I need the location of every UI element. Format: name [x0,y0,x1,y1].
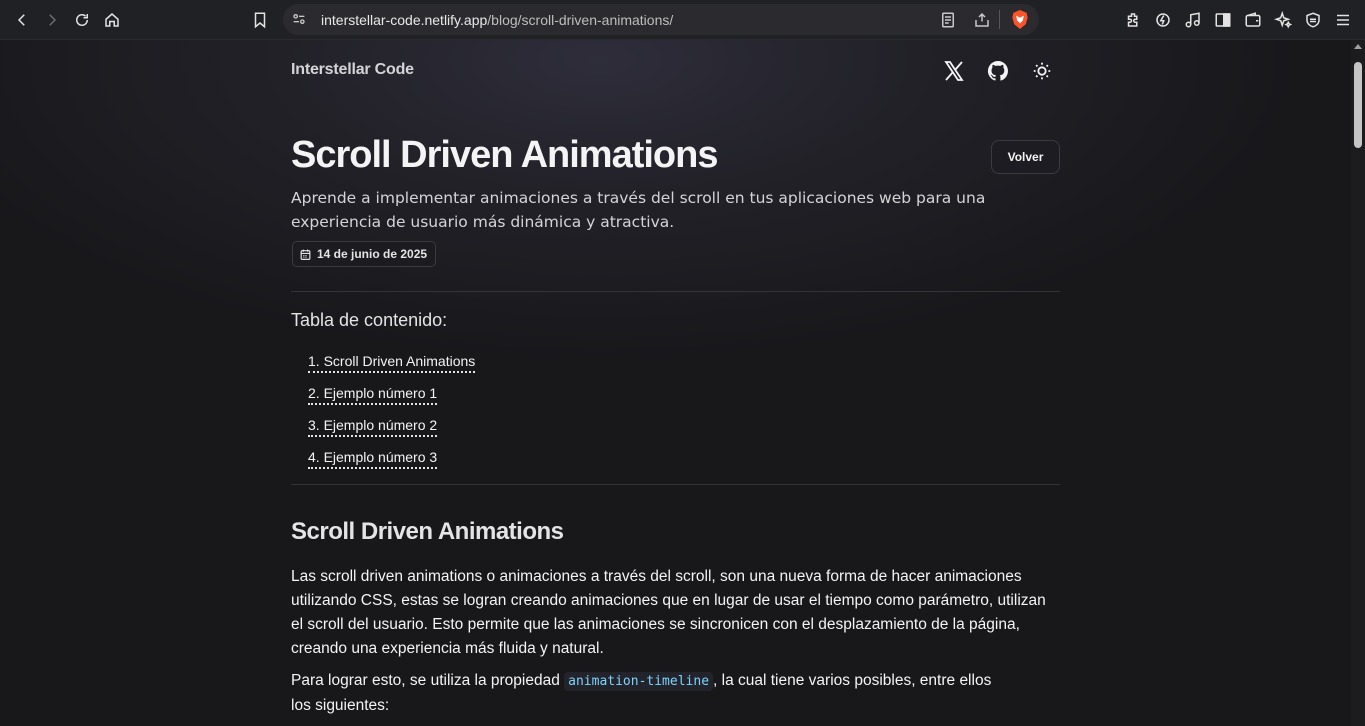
toc-link-ejemplo-2[interactable]: 3. Ejemplo número 2 [308,417,438,437]
sidebar-icon[interactable] [1212,9,1234,31]
date-badge: 14 de junio de 2025 [292,241,437,267]
site-info-icon[interactable] [291,11,307,27]
section-paragraph: Las scroll driven animations o animacion… [291,568,1046,657]
address-bar[interactable]: interstellar-code.netlify.app/blog/scrol… [283,4,1039,35]
toc-link-ejemplo-1[interactable]: 2. Ejemplo número 1 [308,385,438,405]
address-divider [999,10,1000,29]
forward-icon[interactable] [40,8,64,32]
paragraph-text: , la cual tiene varios posibles, entre e… [713,672,992,689]
reader-mode-icon[interactable] [939,11,957,29]
scrollbar-thumb[interactable] [1354,62,1362,148]
home-icon[interactable] [100,8,124,32]
page-title: Scroll Driven Animations [291,134,718,176]
bookmark-icon[interactable] [248,8,272,32]
menu-icon[interactable] [1332,9,1354,31]
github-icon[interactable] [986,59,1010,83]
share-icon[interactable] [973,11,991,29]
theme-toggle-sun-icon[interactable] [1031,60,1053,82]
toc-title: Tabla de contenido: [291,310,448,330]
vpn-shield-icon[interactable] [1302,9,1324,31]
wallet-icon[interactable] [1242,9,1264,31]
browser-toolbar: interstellar-code.netlify.app/blog/scrol… [0,0,1365,40]
speedreader-icon[interactable] [1152,9,1174,31]
inline-code: animation-timeline [564,672,714,691]
scroll-up-arrow-icon[interactable] [1354,44,1362,49]
page-content: Interstellar Code Scroll Driven Animatio… [0,40,1351,726]
paragraph-text: los siguientes: [291,697,390,714]
calendar-icon [300,249,311,260]
media-icon[interactable] [1182,9,1204,31]
date-text: 14 de junio de 2025 [317,247,428,261]
article-description: Aprende a implementar animaciones a trav… [291,189,986,231]
toc-link-scroll-driven-animations[interactable]: 1. Scroll Driven Animations [308,353,476,373]
scrollbar[interactable] [1351,40,1365,726]
back-button[interactable]: Volver [991,140,1060,174]
section-paragraph: Para lograr esto, se utiliza la propieda… [291,669,1053,718]
url-text[interactable]: interstellar-code.netlify.app/blog/scrol… [321,12,673,28]
x-twitter-icon[interactable] [942,59,966,83]
divider [291,291,1060,292]
brave-shields-icon[interactable] [1010,9,1030,30]
leo-ai-icon[interactable] [1272,9,1294,31]
reload-icon[interactable] [70,8,94,32]
toc-link-ejemplo-3[interactable]: 4. Ejemplo número 3 [308,449,438,469]
site-brand[interactable]: Interstellar Code [291,61,414,79]
extensions-icon[interactable] [1122,9,1144,31]
section-heading: Scroll Driven Animations [291,518,564,545]
paragraph-text: Para lograr esto, se utiliza la propieda… [291,672,565,689]
divider [291,484,1060,485]
back-icon[interactable] [10,8,34,32]
